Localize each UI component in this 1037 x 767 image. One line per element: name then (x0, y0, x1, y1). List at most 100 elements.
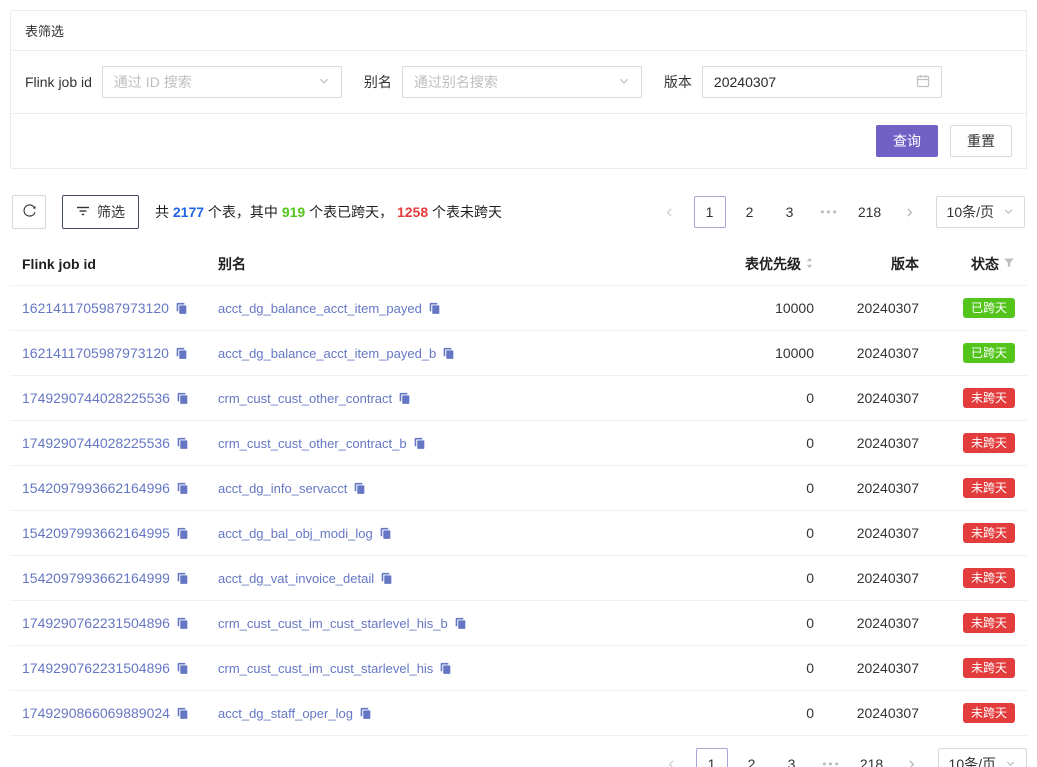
pagination-ellipsis[interactable]: ••• (816, 748, 848, 767)
cell-status: 未跨天 (919, 523, 1015, 543)
pagination-next[interactable] (896, 748, 928, 767)
pagination-page-last[interactable]: 218 (856, 748, 888, 767)
copy-icon[interactable] (175, 302, 188, 315)
cell-flink-job-id: 1749290744028225536 (22, 390, 218, 406)
pagination-page-last[interactable]: 218 (854, 196, 886, 228)
pagination-ellipsis[interactable]: ••• (814, 196, 846, 228)
flink-job-id-link[interactable]: 1749290744028225536 (22, 390, 189, 406)
pagination: 1 2 3 ••• 218 10条/页 (656, 748, 1027, 767)
table-row: 1749290744028225536 crm_cust_cust_other_… (10, 421, 1027, 466)
column-header-status[interactable]: 状态 (919, 254, 1015, 274)
copy-icon[interactable] (454, 617, 467, 630)
query-button[interactable]: 查询 (876, 125, 938, 157)
job-id-placeholder: 通过 ID 搜索 (114, 72, 192, 92)
column-header-version: 版本 (814, 254, 919, 274)
table-body: 1621411705987973120 acct_dg_balance_acct… (10, 286, 1027, 736)
page-size-label: 10条/页 (947, 202, 994, 222)
alias-link[interactable]: acct_dg_info_servacct (218, 481, 366, 496)
cell-status: 未跨天 (919, 703, 1015, 723)
alias-link[interactable]: acct_dg_balance_acct_item_payed_b (218, 346, 455, 361)
copy-icon[interactable] (442, 347, 455, 360)
table-summary: 共 2177 个表，其中 919 个表已跨天， 1258 个表未跨天 (155, 202, 502, 222)
alias-link[interactable]: crm_cust_cust_im_cust_starlevel_his (218, 661, 452, 676)
flink-job-id-link[interactable]: 1542097993662164996 (22, 480, 189, 496)
flink-job-id-link[interactable]: 1542097993662164999 (22, 570, 189, 586)
flink-job-id-link[interactable]: 1621411705987973120 (22, 345, 188, 361)
alias-link[interactable]: crm_cust_cust_other_contract (218, 391, 411, 406)
version-date-picker[interactable]: 20240307 (702, 66, 942, 98)
flink-job-id-link[interactable]: 1749290866069889024 (22, 705, 189, 721)
table-row: 1542097993662164995 acct_dg_bal_obj_modi… (10, 511, 1027, 556)
copy-icon[interactable] (176, 707, 189, 720)
copy-icon[interactable] (176, 617, 189, 630)
reset-button[interactable]: 重置 (950, 125, 1012, 157)
cell-status: 未跨天 (919, 613, 1015, 633)
cell-alias: crm_cust_cust_other_contract_b (218, 435, 684, 451)
cell-priority: 0 (684, 570, 814, 586)
copy-icon[interactable] (398, 392, 411, 405)
field-job-id: Flink job id 通过 ID 搜索 (25, 66, 342, 98)
pagination-prev[interactable] (656, 748, 688, 767)
cell-alias: acct_dg_balance_acct_item_payed_b (218, 345, 684, 361)
copy-icon[interactable] (175, 347, 188, 360)
alias-link[interactable]: acct_dg_balance_acct_item_payed (218, 301, 441, 316)
results-table: Flink job id 别名 表优先级 版本 状态 (10, 243, 1027, 736)
pagination-page-3[interactable]: 3 (774, 196, 806, 228)
pagination-page-1[interactable]: 1 (694, 196, 726, 228)
pagination-page-2[interactable]: 2 (734, 196, 766, 228)
flink-job-id-link[interactable]: 1749290762231504896 (22, 615, 189, 631)
summary-text: 个表未跨天 (428, 204, 502, 220)
alias-link[interactable]: acct_dg_vat_invoice_detail (218, 571, 393, 586)
cell-version: 20240307 (814, 390, 919, 406)
pagination-page-2[interactable]: 2 (736, 748, 768, 767)
cell-flink-job-id: 1542097993662164999 (22, 570, 218, 586)
cell-alias: acct_dg_info_servacct (218, 480, 684, 496)
summary-text: 个表，其中 (204, 204, 282, 220)
copy-icon[interactable] (176, 392, 189, 405)
alias-select[interactable]: 通过别名搜索 (402, 66, 642, 98)
flink-job-id-link[interactable]: 1749290762231504896 (22, 660, 189, 676)
copy-icon[interactable] (439, 662, 452, 675)
copy-icon[interactable] (176, 662, 189, 675)
sort-icon[interactable] (805, 256, 814, 273)
funnel-filter-icon[interactable] (1003, 256, 1015, 272)
status-badge: 未跨天 (963, 658, 1015, 678)
pagination-prev[interactable] (654, 196, 686, 228)
pagination-page-3[interactable]: 3 (776, 748, 808, 767)
pagination-page-1[interactable]: 1 (696, 748, 728, 767)
table-row: 1749290762231504896 crm_cust_cust_im_cus… (10, 646, 1027, 691)
copy-icon[interactable] (413, 437, 426, 450)
cell-priority: 0 (684, 705, 814, 721)
flink-job-id-link[interactable]: 1542097993662164995 (22, 525, 189, 541)
page-size-select[interactable]: 10条/页 (936, 196, 1025, 228)
alias-link[interactable]: acct_dg_bal_obj_modi_log (218, 526, 392, 541)
page-size-select[interactable]: 10条/页 (938, 748, 1027, 767)
copy-icon[interactable] (176, 527, 189, 540)
copy-icon[interactable] (353, 482, 366, 495)
flink-job-id-link[interactable]: 1621411705987973120 (22, 300, 188, 316)
copy-icon[interactable] (359, 707, 372, 720)
cell-version: 20240307 (814, 615, 919, 631)
copy-icon[interactable] (176, 437, 189, 450)
chevron-down-icon (618, 74, 630, 90)
filter-card-title: 表筛选 (11, 11, 1026, 51)
cell-flink-job-id: 1749290866069889024 (22, 705, 218, 721)
alias-link[interactable]: crm_cust_cust_other_contract_b (218, 436, 426, 451)
job-id-select[interactable]: 通过 ID 搜索 (102, 66, 342, 98)
copy-icon[interactable] (379, 527, 392, 540)
toolbar: 筛选 共 2177 个表，其中 919 个表已跨天， 1258 个表未跨天 1 … (12, 195, 1025, 229)
copy-icon[interactable] (428, 302, 441, 315)
alias-link[interactable]: acct_dg_staff_oper_log (218, 706, 372, 721)
alias-link[interactable]: crm_cust_cust_im_cust_starlevel_his_b (218, 616, 467, 631)
pagination-next[interactable] (894, 196, 926, 228)
refresh-button[interactable] (12, 195, 46, 229)
copy-icon[interactable] (380, 572, 393, 585)
copy-icon[interactable] (176, 572, 189, 585)
table-row: 1621411705987973120 acct_dg_balance_acct… (10, 286, 1027, 331)
flink-job-id-link[interactable]: 1749290744028225536 (22, 435, 189, 451)
column-header-priority[interactable]: 表优先级 (684, 254, 814, 274)
cell-alias: crm_cust_cust_im_cust_starlevel_his_b (218, 615, 684, 631)
copy-icon[interactable] (176, 482, 189, 495)
chevron-down-icon (318, 74, 330, 90)
filter-button[interactable]: 筛选 (62, 195, 139, 229)
